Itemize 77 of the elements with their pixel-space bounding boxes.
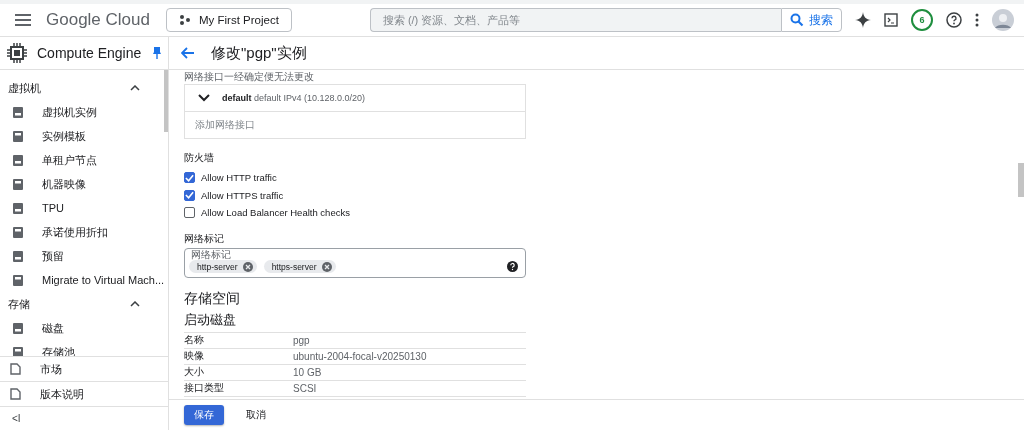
chevron-icon: [198, 94, 210, 102]
tag-chip[interactable]: https-server: [263, 260, 336, 273]
notification-badge[interactable]: 6: [911, 9, 933, 31]
add-interface-link[interactable]: 添加网络接口: [185, 112, 525, 138]
server-icon: [13, 322, 23, 334]
sidebar-item[interactable]: 市场: [0, 357, 168, 382]
sidebar-item[interactable]: 单租户节点: [0, 148, 165, 172]
server-icon: [13, 250, 23, 262]
scrollbar[interactable]: [1018, 163, 1024, 197]
interface-label: default default IPv4 (10.128.0.0/20): [222, 93, 366, 103]
more-icon[interactable]: [975, 13, 979, 27]
network-note: 网络接口一经确定便无法更改: [184, 71, 315, 82]
sidebar-item[interactable]: 预留: [0, 244, 165, 268]
table-cell-text: 大小: [184, 365, 205, 379]
search-button[interactable]: 搜索: [780, 8, 842, 32]
tag-chip[interactable]: http-server: [189, 260, 257, 273]
sidebar-section-header[interactable]: 虚拟机: [0, 76, 165, 100]
table-cell: pgp: [293, 334, 310, 346]
remove-icon[interactable]: [242, 261, 253, 272]
remove-icon[interactable]: [321, 261, 332, 272]
search-field[interactable]: 搜索 (/) 资源、文档、产品等: [369, 8, 781, 32]
server-icon: [13, 202, 23, 214]
table-cell-text: 映像: [184, 349, 205, 363]
sidebar-item[interactable]: 版本说明: [0, 382, 168, 407]
section-label: 防火墙: [184, 151, 215, 165]
interface-row[interactable]: default default IPv4 (10.128.0.0/20): [185, 85, 525, 112]
help-icon[interactable]: [946, 12, 962, 28]
document-icon: [10, 363, 21, 375]
project-picker[interactable]: My First Project: [165, 8, 292, 32]
section-label: 网络标记: [184, 231, 225, 246]
sidebar-section-header[interactable]: 存储: [0, 292, 165, 316]
table-cell: SCSI: [293, 382, 317, 394]
checkbox-label: Allow HTTP traffic: [201, 172, 277, 184]
save-button[interactable]: 保存: [184, 405, 224, 425]
sidebar-item[interactable]: 实例模板: [0, 124, 165, 148]
terminal-icon[interactable]: [884, 13, 898, 27]
help-icon[interactable]: [507, 261, 518, 272]
subsection-heading: 启动磁盘: [184, 310, 237, 329]
field-label: 网络标记: [189, 249, 233, 260]
server-icon: [13, 106, 23, 118]
section-heading: 存储空间: [184, 289, 241, 308]
server-icon: [13, 154, 23, 166]
sidebar-item[interactable]: 磁盘: [0, 316, 165, 340]
avatar-icon[interactable]: [992, 9, 1014, 31]
server-icon: [13, 346, 23, 356]
brand-logo[interactable]: Google Cloud: [46, 10, 150, 30]
sidebar-item[interactable]: 虚拟机实例: [0, 100, 165, 124]
server-icon: [13, 226, 23, 238]
page-title: 修改"pgp"实例: [211, 43, 307, 63]
checkbox[interactable]: [184, 189, 195, 201]
tags-field[interactable]: 网络标记 http-server https-server: [184, 247, 526, 278]
sidebar-item[interactable]: Migrate to Virtual Mach...: [0, 268, 165, 292]
checkbox[interactable]: [184, 172, 195, 184]
sidebar-item[interactable]: 机器映像: [0, 172, 165, 196]
server-icon: [13, 274, 23, 286]
sidebar-item[interactable]: 承诺使用折扣: [0, 220, 165, 244]
cancel-button[interactable]: 取消: [240, 407, 272, 423]
checkbox[interactable]: [184, 207, 195, 219]
document-icon: [10, 388, 21, 400]
checkbox-label: Allow HTTPS traffic: [201, 189, 284, 201]
sparkle-icon[interactable]: [855, 12, 871, 28]
server-icon: [13, 178, 23, 190]
table-cell-text: 接口类型: [184, 381, 225, 395]
back-arrow-icon[interactable]: [181, 47, 195, 59]
table-cell: 10 GB: [293, 366, 322, 378]
table-cell-text: 名称: [184, 333, 205, 347]
collapse-button[interactable]: <I: [0, 413, 33, 424]
search-icon: [789, 13, 804, 27]
server-icon: [13, 130, 23, 142]
sidebar-item[interactable]: TPU: [0, 196, 165, 220]
pin-icon[interactable]: [153, 47, 161, 59]
project-icon: [178, 14, 191, 26]
checkbox-label: Allow Load Balancer Health checks: [201, 207, 350, 219]
sidebar-title: Compute Engine: [37, 45, 143, 61]
chip-icon: [7, 43, 27, 63]
scrollbar[interactable]: [164, 70, 168, 132]
table-cell: ubuntu-2004-focal-v20250130: [293, 350, 427, 362]
